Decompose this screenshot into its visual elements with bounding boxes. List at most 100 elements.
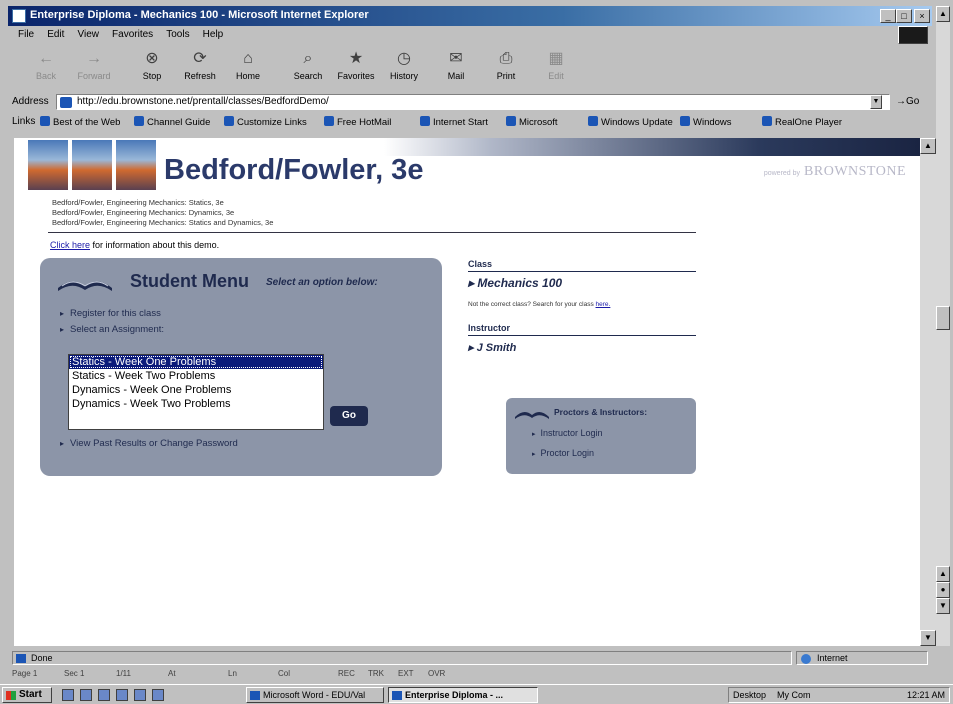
toolbar-history-button[interactable]: ◷ History xyxy=(384,48,424,88)
menu-edit[interactable]: Edit xyxy=(47,29,64,40)
status-bar: Done Internet xyxy=(8,650,932,666)
quicklaunch-word-icon[interactable] xyxy=(134,689,146,701)
toolbar-stop-button[interactable]: ⊗ Stop xyxy=(132,48,172,88)
word-col: Col xyxy=(278,669,291,678)
toolbar-refresh-button[interactable]: ⟳ Refresh xyxy=(180,48,220,88)
toolbar-edit-button[interactable]: ▦ Edit xyxy=(536,48,576,88)
link-page-icon xyxy=(588,116,598,126)
link-free-hotmail[interactable]: Free HotMail xyxy=(324,116,391,128)
address-dropdown-button[interactable]: ▼ xyxy=(870,95,882,109)
assignment-listbox[interactable]: Statics - Week One Problems Statics - Wee… xyxy=(68,354,324,430)
outer-scroll-thumb[interactable] xyxy=(936,306,950,330)
taskbar-word-button[interactable]: Microsoft Word - EDU/Val xyxy=(246,687,384,703)
go-assignment-button[interactable]: Go xyxy=(330,406,368,426)
quicklaunch-channels-icon[interactable] xyxy=(116,689,128,701)
link-label: Best of the Web xyxy=(53,117,121,128)
proctor-login-link[interactable]: Proctor Login xyxy=(532,448,595,458)
outer-scroll-up-button[interactable]: ▲ xyxy=(936,6,950,22)
quicklaunch-media-icon[interactable] xyxy=(152,689,164,701)
book-line-combined: Bedford/Fowler, Engineering Mechanics: S… xyxy=(52,218,274,227)
address-input[interactable]: http://edu.brownstone.net/prentall/class… xyxy=(56,94,890,110)
outer-prev-page-button[interactable]: ▲ xyxy=(936,566,950,582)
toolbar-label: Search xyxy=(293,71,323,81)
menu-view[interactable]: View xyxy=(77,29,99,40)
toolbar-home-button[interactable]: ⌂ Home xyxy=(228,48,268,88)
assignment-option[interactable]: Statics - Week One Problems xyxy=(69,355,323,369)
link-windows-update[interactable]: Windows Update xyxy=(588,116,673,128)
menu-tools[interactable]: Tools xyxy=(166,29,189,40)
student-menu-panel: Student Menu Select an option below: Reg… xyxy=(40,258,442,476)
close-button[interactable]: × xyxy=(914,9,930,23)
instructor-login-link[interactable]: Instructor Login xyxy=(532,428,603,438)
menu-favorites[interactable]: Favorites xyxy=(112,29,153,40)
link-microsoft[interactable]: Microsoft xyxy=(506,116,558,128)
search-class-link[interactable]: here. xyxy=(596,301,611,308)
link-best-of-the-web[interactable]: Best of the Web xyxy=(40,116,120,128)
status-text: Done xyxy=(12,651,792,665)
proctors-title: Proctors & Instructors: xyxy=(554,407,648,417)
link-internet-start[interactable]: Internet Start xyxy=(420,116,488,128)
wrong-class-label: Not the correct class? Search for your c… xyxy=(468,301,596,308)
quicklaunch-outlook-icon[interactable] xyxy=(80,689,92,701)
menu-file[interactable]: File xyxy=(18,29,34,40)
instructor-label: Instructor xyxy=(468,323,511,333)
outer-document-scrollbar[interactable]: ▲ ▲ ● ▼ xyxy=(936,6,950,646)
quicklaunch-desktop-icon[interactable] xyxy=(98,689,110,701)
windows-logo-icon xyxy=(898,26,928,44)
page-scrollbar[interactable]: ▲ ▼ xyxy=(920,138,936,646)
address-url: http://edu.brownstone.net/prentall/class… xyxy=(77,96,329,107)
instructor-name-text: J Smith xyxy=(476,342,517,354)
book-line-statics: Bedford/Fowler, Engineering Mechanics: S… xyxy=(52,198,224,207)
word-section: Sec 1 xyxy=(64,669,85,678)
back-arrow-icon: ← xyxy=(38,50,54,67)
quicklaunch-ie-icon[interactable] xyxy=(62,689,74,701)
divider xyxy=(48,232,696,233)
link-page-icon xyxy=(40,116,50,126)
toolbar-print-button[interactable]: ⎙ Print xyxy=(486,48,526,88)
link-label: RealOne Player xyxy=(775,117,843,128)
ie-app-icon[interactable] xyxy=(12,9,26,23)
link-customize-links[interactable]: Customize Links xyxy=(224,116,307,128)
class-name: ▸ Mechanics 100 xyxy=(468,276,563,290)
word-line: Ln xyxy=(228,669,237,678)
toolbar-search-button[interactable]: ⌕ Search xyxy=(288,48,328,88)
link-channel-guide[interactable]: Channel Guide xyxy=(134,116,210,128)
demo-info-text: for information about this demo. xyxy=(90,240,220,250)
assignment-option[interactable]: Dynamics - Week One Problems xyxy=(69,383,323,397)
view-results-link[interactable]: View Past Results or Change Password xyxy=(60,438,238,449)
go-button[interactable]: →Go xyxy=(896,96,919,107)
link-label: Customize Links xyxy=(237,117,307,128)
link-page-icon xyxy=(420,116,430,126)
link-realone-player[interactable]: RealOne Player xyxy=(762,116,842,128)
brownstone-logo: BROWNSTONE xyxy=(804,164,906,179)
taskbar-ie-button[interactable]: Enterprise Diploma - ... xyxy=(388,687,538,703)
mail-icon: ✉ xyxy=(449,50,463,67)
click-here-link[interactable]: Click here xyxy=(50,240,90,250)
toolbar-forward-button[interactable]: → Forward xyxy=(74,48,114,88)
outer-select-browse-button[interactable]: ● xyxy=(936,582,950,598)
outer-next-page-button[interactable]: ▼ xyxy=(936,598,950,614)
toolbar-back-button[interactable]: ← Back xyxy=(26,48,66,88)
scroll-down-button[interactable]: ▼ xyxy=(920,630,936,646)
assignment-option[interactable]: Statics - Week Two Problems xyxy=(69,369,323,383)
toolbar-mail-button[interactable]: ✉ Mail xyxy=(436,48,476,88)
start-button[interactable]: Start xyxy=(2,687,52,703)
zone-label: Internet xyxy=(817,653,848,663)
link-page-icon xyxy=(134,116,144,126)
title-bar[interactable]: Enterprise Diploma - Mechanics 100 - Mic… xyxy=(8,6,932,26)
maximize-button[interactable]: □ xyxy=(896,9,912,23)
word-page: Page 1 xyxy=(12,669,38,678)
register-link[interactable]: Register for this class xyxy=(60,308,161,319)
assignment-option[interactable]: Dynamics - Week Two Problems xyxy=(69,397,323,411)
link-windows[interactable]: Windows xyxy=(680,116,732,128)
link-label: Internet Start xyxy=(433,117,488,128)
word-at: At xyxy=(168,669,176,678)
scroll-up-button[interactable]: ▲ xyxy=(920,138,936,154)
tray-mycomputer[interactable]: My Com xyxy=(777,688,811,702)
toolbar-favorites-button[interactable]: ★ Favorites xyxy=(336,48,376,88)
select-option-prompt: Select an option below: xyxy=(266,277,378,288)
menu-help[interactable]: Help xyxy=(203,29,224,40)
tray-desktop[interactable]: Desktop xyxy=(733,688,766,702)
link-label: Microsoft xyxy=(519,117,558,128)
minimize-button[interactable]: _ xyxy=(880,9,896,23)
